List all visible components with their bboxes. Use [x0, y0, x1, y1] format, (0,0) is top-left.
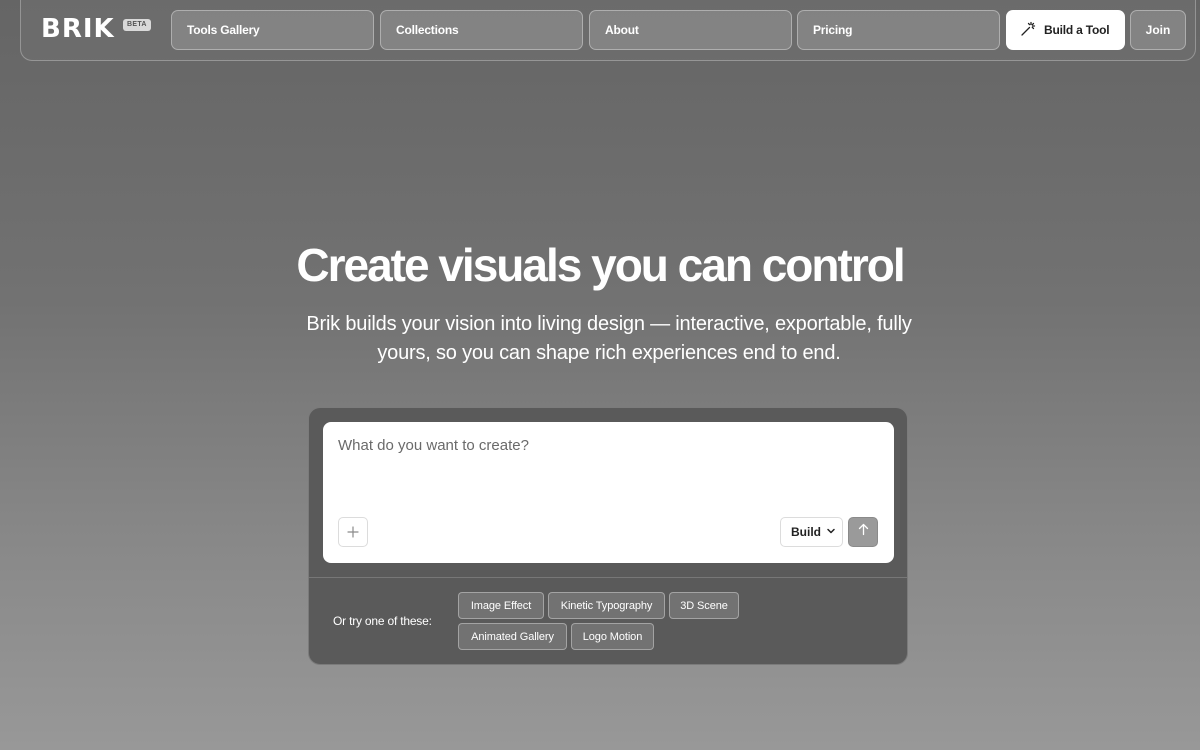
nav-link-label: Pricing — [813, 23, 853, 37]
build-a-tool-label: Build a Tool — [1044, 23, 1110, 37]
prompt-card: Build Or try one of these: Image Effect … — [308, 407, 908, 665]
nav-link-label: About — [605, 23, 639, 37]
brik-logo[interactable]: BRIK BETA — [41, 14, 151, 44]
suggestion-chip-logo-motion[interactable]: Logo Motion — [571, 623, 654, 650]
chip-label: Logo Motion — [582, 630, 643, 643]
hero-title: Create visuals you can control — [296, 239, 905, 291]
magic-wand-icon — [1020, 21, 1036, 40]
build-a-tool-button[interactable]: Build a Tool — [1006, 10, 1125, 50]
prompt-box: Build — [323, 422, 894, 563]
add-attachment-button[interactable] — [338, 517, 368, 547]
send-button[interactable] — [848, 517, 878, 547]
chip-label: Kinetic Typography — [560, 599, 653, 612]
arrow-up-icon — [857, 523, 870, 541]
chip-label: Image Effect — [470, 599, 532, 612]
suggestion-chip-3d-scene[interactable]: 3D Scene — [669, 592, 739, 619]
nav-link-pricing[interactable]: Pricing — [797, 10, 1000, 50]
nav-link-about[interactable]: About — [589, 10, 792, 50]
chevron-down-icon — [826, 525, 836, 539]
mode-dropdown[interactable]: Build — [780, 517, 843, 547]
suggestions-label: Or try one of these: — [333, 614, 432, 628]
nav-link-label: Collections — [396, 23, 459, 37]
suggestion-chip-animated-gallery[interactable]: Animated Gallery — [458, 623, 567, 650]
hero-subtitle: Brik builds your vision into living desi… — [306, 313, 912, 364]
beta-badge: BETA — [123, 19, 151, 31]
prompt-input[interactable] — [338, 437, 878, 497]
mode-selected-label: Build — [791, 525, 821, 539]
suggestion-chip-kinetic-typography[interactable]: Kinetic Typography — [548, 592, 665, 619]
chip-label: 3D Scene — [680, 599, 728, 612]
nav-link-label: Tools Gallery — [187, 23, 260, 37]
top-navbar: BRIK BETA Tools Gallery Collections Abou… — [20, 0, 1196, 61]
nav-link-tools-gallery[interactable]: Tools Gallery — [171, 10, 374, 50]
suggestion-chip-image-effect[interactable]: Image Effect — [458, 592, 544, 619]
card-divider — [309, 577, 907, 578]
plus-icon — [347, 523, 359, 541]
logo-wordmark: BRIK — [41, 14, 115, 44]
join-label: Join — [1145, 23, 1171, 37]
nav-link-collections[interactable]: Collections — [380, 10, 583, 50]
join-button[interactable]: Join — [1130, 10, 1186, 50]
chip-label: Animated Gallery — [471, 630, 554, 643]
